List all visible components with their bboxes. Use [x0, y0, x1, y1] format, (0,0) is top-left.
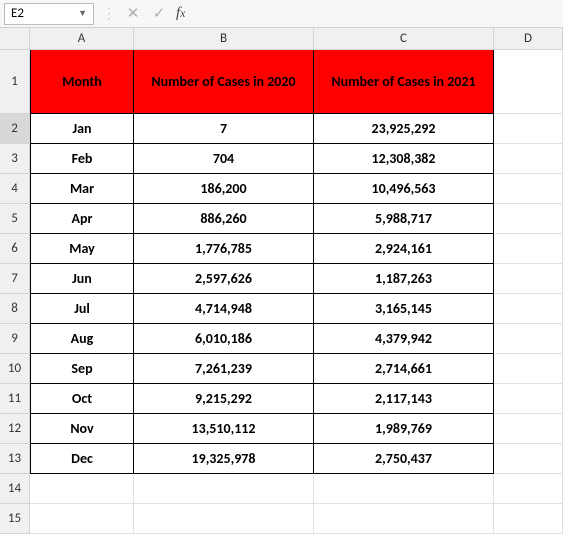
- cell-month-Jan[interactable]: Jan: [30, 114, 134, 144]
- separator: ⋮: [102, 5, 116, 22]
- cell-2020-Sep[interactable]: 7,261,239: [134, 354, 314, 384]
- row-header-7[interactable]: 7: [0, 264, 30, 294]
- cell-D3[interactable]: [494, 144, 563, 174]
- cell-2020-Dec[interactable]: 19,325,978: [134, 444, 314, 474]
- cell-D13[interactable]: [494, 444, 563, 474]
- cell-2021-Nov[interactable]: 1,989,769: [314, 414, 494, 444]
- cell-D11[interactable]: [494, 384, 563, 414]
- row-header-1[interactable]: 1: [0, 50, 30, 114]
- cell-D9[interactable]: [494, 324, 563, 354]
- column-header-A[interactable]: A: [30, 28, 134, 50]
- cell-2020-Jul[interactable]: 4,714,948: [134, 294, 314, 324]
- cell-2021-Dec[interactable]: 2,750,437: [314, 444, 494, 474]
- fx-icon[interactable]: fx: [176, 5, 186, 22]
- cell-2021-Mar[interactable]: 10,496,563: [314, 174, 494, 204]
- select-all-corner[interactable]: [0, 28, 30, 50]
- cell-D10[interactable]: [494, 354, 563, 384]
- cell-2020-May[interactable]: 1,776,785: [134, 234, 314, 264]
- row-header-14[interactable]: 14: [0, 474, 30, 504]
- cell-month-Feb[interactable]: Feb: [30, 144, 134, 174]
- formula-input[interactable]: [194, 3, 560, 25]
- cell-month-Dec[interactable]: Dec: [30, 444, 134, 474]
- cell-A15[interactable]: [30, 504, 134, 534]
- cell-C14[interactable]: [314, 474, 494, 504]
- cell-2020-Apr[interactable]: 886,260: [134, 204, 314, 234]
- cell-2021-Apr[interactable]: 5,988,717: [314, 204, 494, 234]
- row-header-5[interactable]: 5: [0, 204, 30, 234]
- cell-month-Mar[interactable]: Mar: [30, 174, 134, 204]
- cell-month-Apr[interactable]: Apr: [30, 204, 134, 234]
- cell-D4[interactable]: [494, 174, 563, 204]
- name-box[interactable]: E2 ▼: [4, 3, 94, 25]
- column-header-C[interactable]: C: [314, 28, 494, 50]
- cancel-formula-button[interactable]: ✕: [124, 5, 142, 23]
- cell-D7[interactable]: [494, 264, 563, 294]
- cell-B14[interactable]: [134, 474, 314, 504]
- cell-2020-Oct[interactable]: 9,215,292: [134, 384, 314, 414]
- cell-month-May[interactable]: May: [30, 234, 134, 264]
- cell-D6[interactable]: [494, 234, 563, 264]
- cell-2020-Mar[interactable]: 186,200: [134, 174, 314, 204]
- cell-2021-Jun[interactable]: 1,187,263: [314, 264, 494, 294]
- row-header-4[interactable]: 4: [0, 174, 30, 204]
- cell-2021-Sep[interactable]: 2,714,661: [314, 354, 494, 384]
- row-header-12[interactable]: 12: [0, 414, 30, 444]
- cell-D5[interactable]: [494, 204, 563, 234]
- cell-2020-Nov[interactable]: 13,510,112: [134, 414, 314, 444]
- cell-D1[interactable]: [494, 50, 563, 114]
- row-header-10[interactable]: 10: [0, 354, 30, 384]
- formula-bar-row: E2 ▼ ⋮ ✕ ✓ fx: [0, 0, 563, 28]
- cell-D2[interactable]: [494, 114, 563, 144]
- row-header-13[interactable]: 13: [0, 444, 30, 474]
- cell-2021-Aug[interactable]: 4,379,942: [314, 324, 494, 354]
- cell-2021-May[interactable]: 2,924,161: [314, 234, 494, 264]
- row-header-6[interactable]: 6: [0, 234, 30, 264]
- column-header-B[interactable]: B: [134, 28, 314, 50]
- row-header-3[interactable]: 3: [0, 144, 30, 174]
- cell-2020-Aug[interactable]: 6,010,186: [134, 324, 314, 354]
- row-header-11[interactable]: 11: [0, 384, 30, 414]
- header-month[interactable]: Month: [30, 50, 134, 114]
- cell-2020-Feb[interactable]: 704: [134, 144, 314, 174]
- cell-2021-Jul[interactable]: 3,165,145: [314, 294, 494, 324]
- header-cases-2021[interactable]: Number of Cases in 2021: [314, 50, 494, 114]
- cell-2021-Oct[interactable]: 2,117,143: [314, 384, 494, 414]
- row-header-9[interactable]: 9: [0, 324, 30, 354]
- row-header-8[interactable]: 8: [0, 294, 30, 324]
- cell-C15[interactable]: [314, 504, 494, 534]
- cell-month-Nov[interactable]: Nov: [30, 414, 134, 444]
- cell-D12[interactable]: [494, 414, 563, 444]
- cell-B15[interactable]: [134, 504, 314, 534]
- name-box-value: E2: [11, 6, 24, 21]
- spreadsheet-grid: ABCD 1MonthNumber of Cases in 2020Number …: [0, 28, 563, 534]
- cell-D8[interactable]: [494, 294, 563, 324]
- cell-month-Oct[interactable]: Oct: [30, 384, 134, 414]
- cell-2021-Feb[interactable]: 12,308,382: [314, 144, 494, 174]
- cell-2020-Jun[interactable]: 2,597,626: [134, 264, 314, 294]
- fx-icon-x: x: [180, 6, 185, 21]
- cell-month-Jul[interactable]: Jul: [30, 294, 134, 324]
- column-header-D[interactable]: D: [494, 28, 563, 50]
- cell-A14[interactable]: [30, 474, 134, 504]
- cell-month-Jun[interactable]: Jun: [30, 264, 134, 294]
- cell-2020-Jan[interactable]: 7: [134, 114, 314, 144]
- cell-month-Aug[interactable]: Aug: [30, 324, 134, 354]
- accept-formula-button[interactable]: ✓: [150, 5, 168, 23]
- header-cases-2020[interactable]: Number of Cases in 2020: [134, 50, 314, 114]
- cell-2021-Jan[interactable]: 23,925,292: [314, 114, 494, 144]
- chevron-down-icon[interactable]: ▼: [78, 8, 87, 19]
- cell-D15[interactable]: [494, 504, 563, 534]
- cell-month-Sep[interactable]: Sep: [30, 354, 134, 384]
- row-header-15[interactable]: 15: [0, 504, 30, 534]
- row-header-2[interactable]: 2: [0, 114, 30, 144]
- cell-D14[interactable]: [494, 474, 563, 504]
